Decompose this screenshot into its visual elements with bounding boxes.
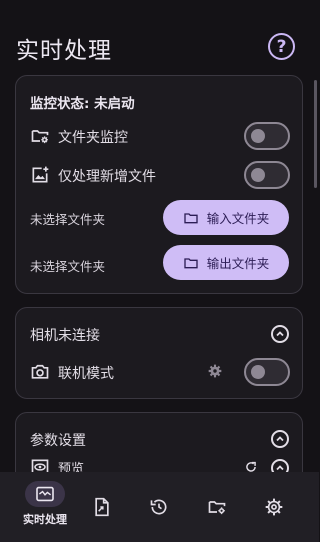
monitor-status: 监控状态: 未启动 xyxy=(30,96,135,112)
nav-label-realtime: 实时处理 xyxy=(23,513,67,526)
nav-item-realtime[interactable]: 实时处理 xyxy=(16,472,74,542)
input-folder-path: 未选择文件夹 xyxy=(30,212,106,227)
page-title: 实时处理 xyxy=(16,38,112,64)
tether-mode-label: 联机模式 xyxy=(58,366,114,382)
folder-icon xyxy=(184,257,198,268)
camera-card: 相机未连接 联机模式 xyxy=(15,307,303,399)
input-folder-button[interactable]: 输入文件夹 xyxy=(163,200,289,235)
camera-status: 相机未连接 xyxy=(30,328,100,344)
folder-icon xyxy=(184,212,198,223)
help-icon[interactable]: ? xyxy=(268,33,295,60)
monitor-card: 监控状态: 未启动 文件夹监控 仅处理新增文件 未选择文件夹 输入文件夹 未选择… xyxy=(15,75,303,294)
app-header: 实时处理 ? xyxy=(0,0,319,72)
input-folder-button-label: 输入文件夹 xyxy=(206,211,270,226)
nav-item-history[interactable] xyxy=(146,472,172,542)
folder-settings-icon xyxy=(208,501,226,515)
settings-icon xyxy=(265,498,283,516)
file-export-icon xyxy=(95,497,109,517)
folder-settings-icon xyxy=(31,130,49,144)
folder-monitor-switch[interactable] xyxy=(244,122,290,150)
folder-monitor-label: 文件夹监控 xyxy=(58,130,128,146)
chevron-up-icon xyxy=(276,331,284,337)
switch-knob xyxy=(251,129,265,143)
chevron-up-icon xyxy=(276,436,284,442)
output-folder-button-label: 输出文件夹 xyxy=(206,256,270,271)
output-folder-button[interactable]: 输出文件夹 xyxy=(163,245,289,280)
new-files-only-switch[interactable] xyxy=(244,161,290,189)
gear-icon[interactable] xyxy=(207,363,223,379)
switch-knob xyxy=(251,365,265,379)
new-files-only-label: 仅处理新增文件 xyxy=(58,169,156,185)
add-photo-icon xyxy=(32,166,49,183)
params-title: 参数设置 xyxy=(30,433,86,449)
nav-active-indicator xyxy=(25,481,65,507)
scrollbar-thumb[interactable] xyxy=(314,80,317,188)
history-icon xyxy=(150,499,167,515)
output-folder-path: 未选择文件夹 xyxy=(30,259,106,274)
collapse-camera-button[interactable] xyxy=(271,325,289,343)
switch-knob xyxy=(251,168,265,182)
nav-item-file-export[interactable] xyxy=(89,472,115,542)
nav-item-folder-settings[interactable] xyxy=(204,472,230,542)
bottom-nav: 实时处理 xyxy=(0,472,319,542)
camera-icon xyxy=(31,364,49,379)
realtime-icon xyxy=(36,486,54,502)
tether-mode-switch[interactable] xyxy=(244,358,290,386)
nav-item-settings[interactable] xyxy=(261,472,287,542)
collapse-params-button[interactable] xyxy=(271,430,289,448)
